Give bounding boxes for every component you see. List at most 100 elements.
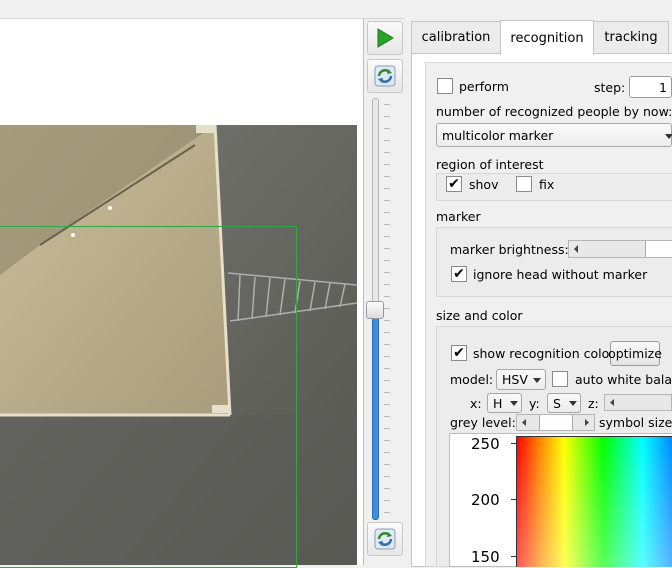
tab-recognition[interactable]: recognition <box>500 20 594 55</box>
x-axis-select[interactable]: H <box>487 393 522 413</box>
slider-tick <box>384 272 390 273</box>
plot-tick-label: 250 <box>471 435 500 453</box>
roi-header: region of interest <box>436 157 544 172</box>
refresh-bottom-button[interactable] <box>367 522 403 556</box>
slider-tick <box>384 500 390 501</box>
slider-tick <box>384 344 390 345</box>
recognition-method-select[interactable]: multicolor marker <box>436 123 672 147</box>
chevron-down-icon <box>510 401 518 406</box>
ignore-head-label: ignore head without marker <box>473 267 648 282</box>
auto-white-balance-checkbox[interactable] <box>552 371 568 387</box>
show-color-label: show recognition color <box>473 346 615 361</box>
ignore-head-check-mark: ✔ <box>453 266 465 282</box>
slider-tick <box>384 164 390 165</box>
top-strip <box>0 0 672 19</box>
marker-brightness-handle[interactable] <box>645 241 672 257</box>
optimize-button[interactable]: optimize <box>608 341 662 366</box>
slider-tick <box>384 212 390 213</box>
hue-saturation-gradient[interactable] <box>516 436 672 567</box>
slider-tick <box>384 128 390 129</box>
slider-tick <box>384 404 390 405</box>
slider-tick <box>384 512 390 513</box>
slider-tick <box>384 284 390 285</box>
scroll-left-icon <box>610 399 614 406</box>
z-axis-label: z: <box>588 396 599 411</box>
slider-tick <box>384 332 390 333</box>
step-spinbox[interactable]: 1 <box>629 76 672 98</box>
slider-tick <box>384 152 390 153</box>
chevron-down-icon <box>533 378 541 383</box>
z-axis-slider[interactable] <box>604 394 672 411</box>
marker-group <box>436 227 672 297</box>
show-color-check-mark: ✔ <box>453 345 465 361</box>
slider-tick <box>384 320 390 321</box>
region-of-interest-frame[interactable] <box>0 226 297 568</box>
y-axis-value: S <box>553 395 561 411</box>
marker-brightness-label: marker brightness: <box>450 242 569 257</box>
slider-tick <box>384 236 390 237</box>
roi-fix-label: fix <box>539 177 555 192</box>
slider-tick <box>384 416 390 417</box>
show-color-checkbox[interactable]: ✔ <box>451 345 467 361</box>
roi-fix-checkbox[interactable] <box>516 176 532 192</box>
chevron-down-icon <box>665 134 672 139</box>
refresh-icon <box>374 528 396 550</box>
slider-tick <box>384 308 390 309</box>
step-label: step: <box>594 80 626 95</box>
color-range-plot[interactable]: 250 200 150 <box>449 433 672 567</box>
y-axis-label: y: <box>529 396 540 411</box>
perform-checkbox[interactable] <box>437 78 453 94</box>
slider-tick <box>384 428 390 429</box>
scroll-right-icon <box>585 419 589 426</box>
slider-tick <box>384 116 390 117</box>
scroll-left-icon <box>522 419 526 426</box>
slider-tick <box>384 188 390 189</box>
ignore-head-checkbox[interactable]: ✔ <box>451 266 467 282</box>
slider-tick <box>384 296 390 297</box>
tab-calibration[interactable]: calibration <box>411 21 501 53</box>
play-icon <box>377 28 394 48</box>
slider-tick <box>384 488 390 489</box>
grey-level-handle[interactable] <box>539 415 573 430</box>
slider-tick <box>384 452 390 453</box>
slider-tick <box>384 464 390 465</box>
chevron-down-icon <box>569 401 577 406</box>
recognized-count-text: number of recognized people by now: 0 <box>436 104 672 119</box>
roi-show-check-mark: ✔ <box>448 176 460 192</box>
roi-show-label: shov <box>469 177 499 192</box>
recognition-method-value: multicolor marker <box>442 127 554 143</box>
grey-level-slider[interactable] <box>516 414 595 431</box>
marker-brightness-slider[interactable] <box>568 240 672 258</box>
plot-tick-label: 200 <box>471 491 500 509</box>
slider-tick <box>384 200 390 201</box>
x-axis-value: H <box>493 395 503 411</box>
slider-tick <box>384 260 390 261</box>
slider-tick <box>384 476 390 477</box>
perform-label: perform <box>459 79 509 94</box>
step-value: 1 <box>659 79 667 95</box>
size-color-header: size and color <box>436 308 523 323</box>
y-axis-select[interactable]: S <box>547 393 581 413</box>
refresh-icon <box>374 65 396 87</box>
plot-tick-label: 150 <box>471 548 500 566</box>
marker-header: marker <box>436 209 481 224</box>
refresh-top-button[interactable] <box>367 59 403 93</box>
zoom-slider-fill <box>372 310 379 520</box>
slider-tick <box>384 440 390 441</box>
slider-tick <box>384 140 390 141</box>
tab-recognition-label: recognition <box>510 30 584 46</box>
slider-tick <box>384 224 390 225</box>
roi-show-checkbox[interactable]: ✔ <box>446 176 462 192</box>
slider-tick <box>384 104 390 105</box>
auto-white-balance-label: auto white balanc <box>575 372 672 387</box>
model-label: model: <box>450 372 494 387</box>
slider-tick <box>384 248 390 249</box>
tab-calibration-label: calibration <box>421 30 491 45</box>
slider-tick <box>384 392 390 393</box>
tab-tracking-label: tracking <box>604 30 658 45</box>
tab-tracking[interactable]: tracking <box>593 21 669 53</box>
play-button[interactable] <box>367 21 403 55</box>
zoom-slider-handle[interactable] <box>366 301 384 319</box>
symbol-size-label: symbol size: <box>599 415 672 430</box>
model-select[interactable]: HSV <box>496 369 546 390</box>
